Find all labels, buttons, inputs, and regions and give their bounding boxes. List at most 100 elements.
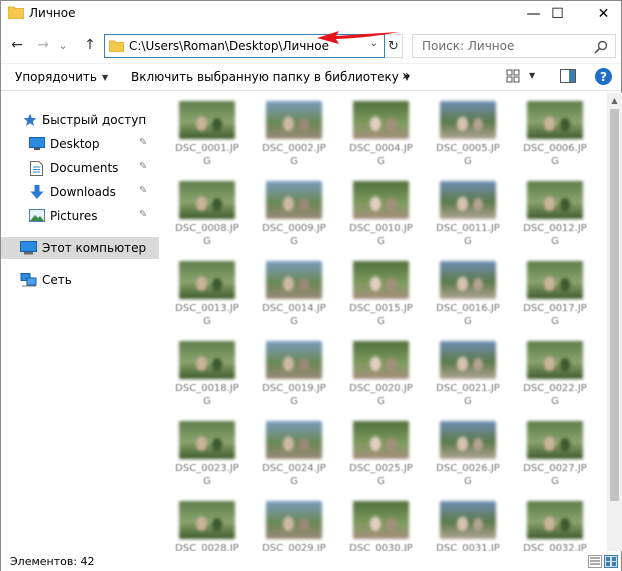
organize-button[interactable]: Упорядочить ▼ xyxy=(15,70,108,84)
folder-icon xyxy=(8,6,24,19)
file-name: DSC_0030.JPG xyxy=(349,543,413,551)
file-name: DSC_0018.JPG xyxy=(175,383,239,407)
file-item[interactable]: DSC_0019.JPG xyxy=(261,333,333,413)
scroll-up-arrow-icon[interactable]: ▲ xyxy=(607,93,622,108)
file-item[interactable]: DSC_0014.JPG xyxy=(261,253,333,333)
file-item[interactable]: DSC_0018.JPG xyxy=(174,333,246,413)
close-button[interactable]: ✕ xyxy=(581,1,622,27)
file-item[interactable]: DSC_0006.JPG xyxy=(522,93,594,173)
address-path[interactable]: C:\Users\Roman\Desktop\Личное xyxy=(129,39,329,53)
more-commands-button[interactable]: » xyxy=(402,68,411,84)
help-button[interactable]: ? xyxy=(595,68,612,85)
include-in-library-button[interactable]: Включить выбранную папку в библиотеку ▼ xyxy=(131,70,410,84)
recent-locations-button[interactable]: ⌄ xyxy=(56,34,70,56)
file-item[interactable]: DSC_0021.JPG xyxy=(435,333,507,413)
documents-icon xyxy=(30,161,43,176)
sidebar-item-this-pc[interactable]: Этот компьютер xyxy=(1,237,159,259)
file-item[interactable]: DSC_0012.JPG xyxy=(522,173,594,253)
file-item[interactable]: DSC_0032.JPG xyxy=(522,493,594,551)
photo-thumbnail xyxy=(353,341,409,379)
file-name: DSC_0010.JPG xyxy=(349,223,413,247)
view-options-icon[interactable] xyxy=(506,69,520,83)
maximize-button[interactable]: ☐ xyxy=(535,1,580,27)
file-name: DSC_0016.JPG xyxy=(436,303,500,327)
file-name: DSC_0011.JPG xyxy=(436,223,500,247)
file-item[interactable]: DSC_0008.JPG xyxy=(174,173,246,253)
photo-thumbnail xyxy=(266,261,322,299)
star-icon xyxy=(23,113,37,126)
include-in-library-label: Включить выбранную папку в библиотеку xyxy=(131,70,399,84)
details-view-button[interactable] xyxy=(588,555,602,568)
file-item[interactable]: DSC_0015.JPG xyxy=(348,253,420,333)
file-item[interactable]: DSC_0017.JPG xyxy=(522,253,594,333)
file-name: DSC_0028.JPG xyxy=(175,543,239,551)
view-dropdown-icon[interactable]: ▼ xyxy=(529,71,535,80)
file-name: DSC_0012.JPG xyxy=(523,223,587,247)
search-box[interactable]: Поиск: Личное xyxy=(412,34,616,58)
file-item[interactable]: DSC_0010.JPG xyxy=(348,173,420,253)
file-name: DSC_0013.JPG xyxy=(175,303,239,327)
up-button[interactable]: ↑ xyxy=(79,34,101,56)
item-count: Элементов: 42 xyxy=(10,555,95,568)
photo-thumbnail xyxy=(179,421,235,459)
file-item[interactable]: DSC_0024.JPG xyxy=(261,413,333,493)
sidebar-item-label: Этот компьютер xyxy=(42,241,147,255)
file-name: DSC_0022.JPG xyxy=(523,383,587,407)
file-item[interactable]: DSC_0026.JPG xyxy=(435,413,507,493)
forward-button[interactable]: → xyxy=(32,34,54,56)
file-item[interactable]: DSC_0022.JPG xyxy=(522,333,594,413)
title-bar[interactable]: Личное — ☐ ✕ xyxy=(1,1,621,27)
photo-thumbnail xyxy=(440,261,496,299)
sidebar-item-label: Быстрый доступ xyxy=(42,113,147,127)
sidebar-item-label: Pictures xyxy=(50,209,98,223)
pin-icon[interactable]: ✎ xyxy=(139,185,147,196)
file-name: DSC_0020.JPG xyxy=(349,383,413,407)
file-item[interactable]: DSC_0009.JPG xyxy=(261,173,333,253)
file-item[interactable]: DSC_0005.JPG xyxy=(435,93,507,173)
file-name: DSC_0021.JPG xyxy=(436,383,500,407)
file-item[interactable]: DSC_0027.JPG xyxy=(522,413,594,493)
photo-thumbnail xyxy=(179,341,235,379)
file-item[interactable]: DSC_0030.JPG xyxy=(348,493,420,551)
file-name: DSC_0001.JPG xyxy=(175,143,239,167)
sidebar-item-network[interactable]: Сеть xyxy=(1,269,159,291)
file-name: DSC_0008.JPG xyxy=(175,223,239,247)
photo-thumbnail xyxy=(527,261,583,299)
photo-thumbnail xyxy=(179,501,235,539)
photo-thumbnail xyxy=(527,341,583,379)
preview-pane-icon[interactable] xyxy=(560,69,576,83)
vertical-scrollbar[interactable]: ▲ xyxy=(607,93,622,551)
file-item[interactable]: DSC_0029.JPG xyxy=(261,493,333,551)
file-item[interactable]: DSC_0028.JPG xyxy=(174,493,246,551)
command-bar: Упорядочить ▼ Включить выбранную папку в … xyxy=(1,63,621,91)
back-button[interactable]: ← xyxy=(6,34,28,56)
large-icons-view-button[interactable] xyxy=(604,555,618,568)
file-item[interactable]: DSC_0025.JPG xyxy=(348,413,420,493)
file-name: DSC_0029.JPG xyxy=(262,543,326,551)
sidebar-item-desktop[interactable]: Desktop ✎ xyxy=(1,133,159,155)
file-item[interactable]: DSC_0013.JPG xyxy=(174,253,246,333)
file-item[interactable]: DSC_0002.JPG xyxy=(261,93,333,173)
file-item[interactable]: DSC_0016.JPG xyxy=(435,253,507,333)
pin-icon[interactable]: ✎ xyxy=(139,161,147,172)
pictures-icon xyxy=(29,209,45,222)
pin-icon[interactable]: ✎ xyxy=(139,137,147,148)
file-name: DSC_0026.JPG xyxy=(436,463,500,487)
sidebar-item-quick-access[interactable]: Быстрый доступ xyxy=(1,109,159,131)
pin-icon[interactable]: ✎ xyxy=(139,209,147,220)
sidebar-item-downloads[interactable]: Downloads ✎ xyxy=(1,181,159,203)
scrollbar-thumb[interactable] xyxy=(610,109,619,501)
file-item[interactable]: DSC_0004.JPG xyxy=(348,93,420,173)
file-item[interactable]: DSC_0023.JPG xyxy=(174,413,246,493)
file-item[interactable]: DSC_0031.JPG xyxy=(435,493,507,551)
file-name: DSC_0017.JPG xyxy=(523,303,587,327)
file-item[interactable]: DSC_0011.JPG xyxy=(435,173,507,253)
search-icon xyxy=(594,40,608,54)
file-item[interactable]: DSC_0020.JPG xyxy=(348,333,420,413)
sidebar-item-documents[interactable]: Documents ✎ xyxy=(1,157,159,179)
file-name: DSC_0032.JPG xyxy=(523,543,587,551)
red-arrow-icon xyxy=(317,31,399,44)
chevron-down-icon: ⌄ xyxy=(58,38,68,52)
file-item[interactable]: DSC_0001.JPG xyxy=(174,93,246,173)
sidebar-item-pictures[interactable]: Pictures ✎ xyxy=(1,205,159,227)
